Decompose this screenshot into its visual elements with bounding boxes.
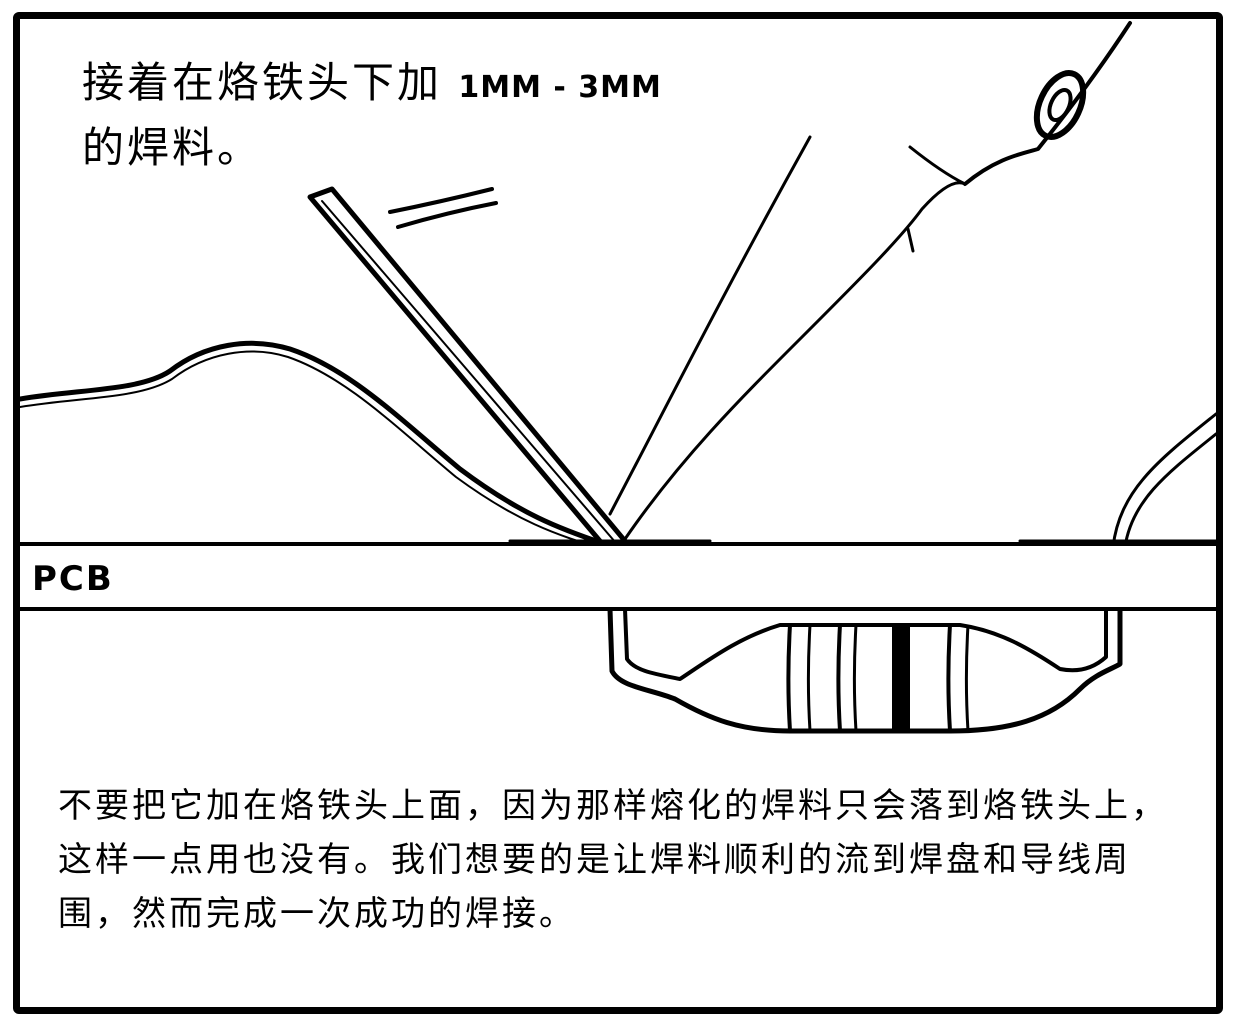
resistor: [607, 608, 1123, 734]
soldering-iron: [608, 135, 812, 516]
top-caption-line1: 接着在烙铁头下加: [82, 58, 443, 107]
iron-screw: [1033, 70, 1087, 140]
pcb-board: [20, 542, 1216, 611]
comic-panel: 接着在烙铁头下加 1MM - 3MM 的焊料。 PCB 不要把它加在烙铁头上面，…: [13, 12, 1223, 1014]
motion-lines: [388, 187, 498, 229]
top-caption-line2: 的焊料。: [82, 123, 263, 172]
solder-length-spec: 1MM - 3MM: [458, 70, 662, 105]
top-caption: 接着在烙铁头下加 1MM - 3MM 的焊料。: [82, 53, 842, 178]
pcb-label: PCB: [32, 559, 114, 599]
bottom-caption: 不要把它加在烙铁头上面，因为那样熔化的焊料只会落到烙铁头上，这样一点用也没有。我…: [58, 786, 1168, 934]
